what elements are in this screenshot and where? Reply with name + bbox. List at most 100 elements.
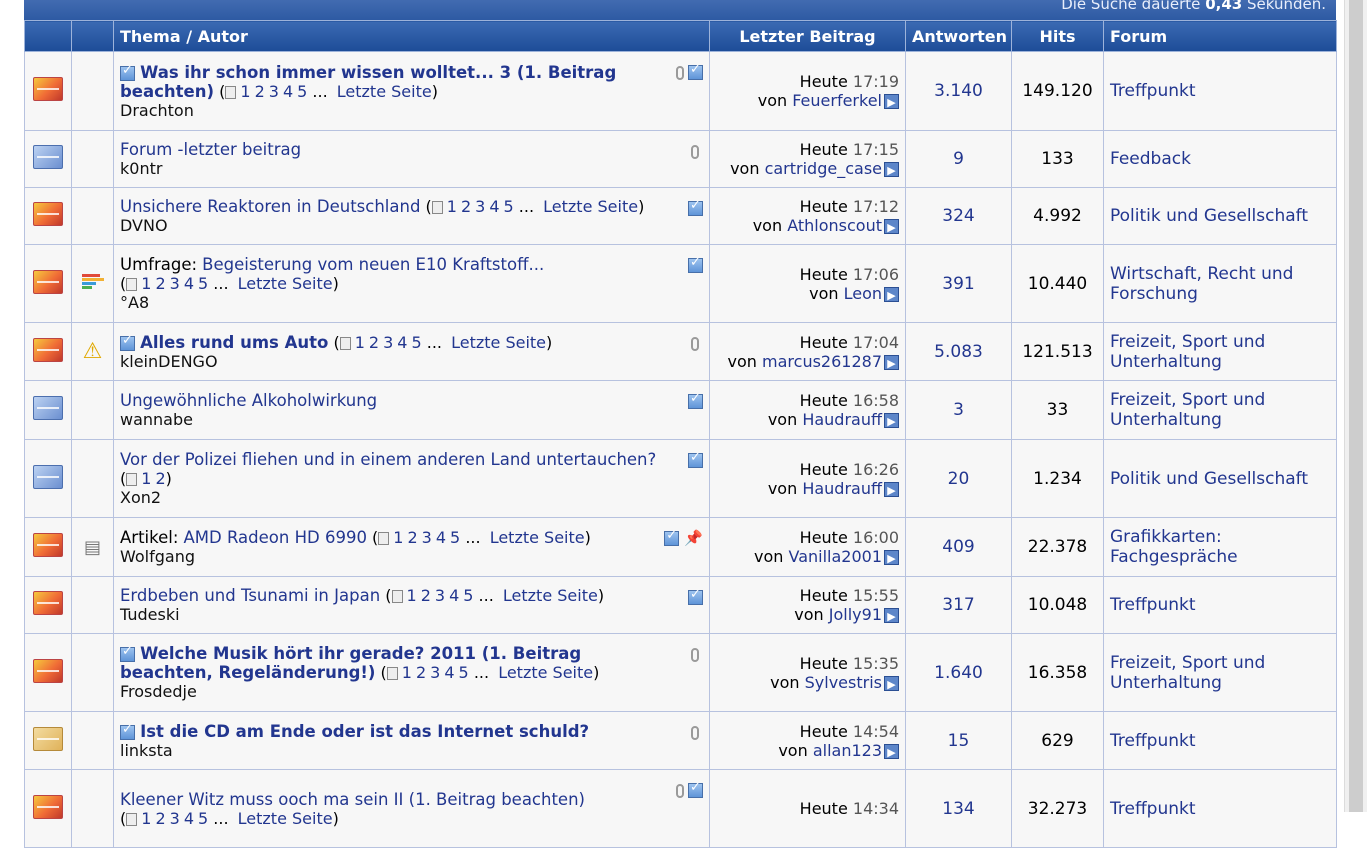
last-post-author[interactable]: Jolly91: [829, 605, 882, 624]
last-post-author[interactable]: Haudrauff: [802, 479, 882, 498]
replies-count[interactable]: 1.640: [934, 663, 983, 683]
topic-author[interactable]: Wolfgang: [120, 547, 703, 566]
header-antworten[interactable]: Antworten: [905, 20, 1012, 52]
last-page-link[interactable]: Letzte Seite: [337, 82, 432, 101]
page-link[interactable]: 5: [450, 528, 460, 547]
goto-last-post-icon[interactable]: ▶: [884, 550, 899, 565]
page-link[interactable]: 4: [184, 274, 194, 293]
last-page-link[interactable]: Letzte Seite: [238, 809, 333, 828]
goto-last-post-icon[interactable]: ▶: [884, 94, 899, 109]
page-link[interactable]: 1: [402, 663, 412, 682]
replies-count[interactable]: 5.083: [934, 342, 983, 362]
topic-title-link[interactable]: Vor der Polizei fliehen und in einem and…: [120, 450, 656, 469]
last-post-author[interactable]: Vanilla2001: [788, 547, 882, 566]
last-page-link[interactable]: Letzte Seite: [238, 274, 333, 293]
replies-count[interactable]: 3: [953, 400, 964, 420]
last-page-link[interactable]: Letzte Seite: [490, 528, 585, 547]
page-link[interactable]: 1: [240, 82, 250, 101]
page-link[interactable]: 2: [369, 333, 379, 352]
replies-count[interactable]: 9: [953, 149, 964, 169]
page-link[interactable]: 5: [198, 809, 208, 828]
page-link[interactable]: 3: [170, 809, 180, 828]
topic-author[interactable]: Drachton: [120, 101, 703, 120]
goto-last-post-icon[interactable]: ▶: [884, 675, 899, 691]
goto-last-post-icon[interactable]: ▶: [884, 219, 899, 234]
topic-title-link[interactable]: Ist die CD am Ende oder ist das Internet…: [140, 722, 589, 741]
forum-link[interactable]: Freizeit, Sport und Unterhaltung: [1110, 653, 1265, 693]
page-link[interactable]: 5: [198, 274, 208, 293]
last-post-author[interactable]: Feuerferkel: [792, 91, 882, 110]
page-link[interactable]: 4: [444, 663, 454, 682]
header-letzter-beitrag[interactable]: Letzter Beitrag: [709, 20, 906, 52]
header-thema[interactable]: Thema / Autor: [113, 20, 710, 52]
topic-author[interactable]: linksta: [120, 741, 703, 760]
last-post-author[interactable]: allan123: [813, 741, 882, 760]
topic-author[interactable]: Xon2: [120, 488, 703, 507]
goto-last-post-icon[interactable]: ▶: [884, 413, 899, 428]
topic-author[interactable]: DVNO: [120, 216, 703, 235]
page-link[interactable]: 5: [411, 333, 421, 352]
forum-link[interactable]: Grafikkarten: Fachgespräche: [1110, 527, 1238, 567]
replies-count[interactable]: 317: [942, 595, 974, 615]
forum-link[interactable]: Treffpunkt: [1110, 595, 1196, 615]
page-link[interactable]: 4: [184, 809, 194, 828]
page-link[interactable]: 5: [459, 663, 469, 682]
page-link[interactable]: 4: [489, 197, 499, 216]
last-post-author[interactable]: Leon: [844, 284, 882, 303]
topic-title-link[interactable]: Alles rund ums Auto: [140, 333, 328, 352]
topic-title-link[interactable]: Ungewöhnliche Alkoholwirkung: [120, 391, 377, 410]
page-link[interactable]: 1: [447, 197, 457, 216]
page-link[interactable]: 1: [355, 333, 365, 352]
page-link[interactable]: 2: [155, 469, 165, 488]
scrollbar-track[interactable]: [1344, 0, 1367, 812]
topic-title-link[interactable]: Unsichere Reaktoren in Deutschland: [120, 197, 420, 216]
page-link[interactable]: 3: [430, 663, 440, 682]
topic-author[interactable]: Frosdedje: [120, 682, 703, 701]
topic-title-link[interactable]: AMD Radeon HD 6990: [183, 528, 366, 547]
forum-link[interactable]: Treffpunkt: [1110, 799, 1196, 819]
topic-author[interactable]: kleinDENGO: [120, 352, 703, 371]
forum-link[interactable]: Treffpunkt: [1110, 731, 1196, 751]
replies-count[interactable]: 20: [948, 469, 970, 489]
header-hits[interactable]: Hits: [1011, 20, 1104, 52]
topic-title-link[interactable]: Kleener Witz muss ooch ma sein II (1. Be…: [120, 790, 585, 809]
page-link[interactable]: 3: [269, 82, 279, 101]
last-page-link[interactable]: Letzte Seite: [503, 586, 598, 605]
last-post-author[interactable]: Athlonscout: [787, 216, 882, 235]
page-link[interactable]: 4: [283, 82, 293, 101]
forum-link[interactable]: Treffpunkt: [1110, 81, 1196, 101]
page-link[interactable]: 4: [449, 586, 459, 605]
page-link[interactable]: 5: [504, 197, 514, 216]
forum-link[interactable]: Feedback: [1110, 149, 1191, 169]
page-link[interactable]: 4: [436, 528, 446, 547]
replies-count[interactable]: 3.140: [934, 81, 983, 101]
page-link[interactable]: 1: [141, 469, 151, 488]
topic-title-link[interactable]: Begeisterung vom neuen E10 Kraftstoff...: [202, 255, 544, 274]
page-link[interactable]: 1: [393, 528, 403, 547]
page-link[interactable]: 2: [421, 586, 431, 605]
header-forum[interactable]: Forum: [1103, 20, 1337, 52]
page-link[interactable]: 1: [141, 274, 151, 293]
forum-link[interactable]: Politik und Gesellschaft: [1110, 206, 1308, 226]
page-link[interactable]: 2: [461, 197, 471, 216]
scrollbar-thumb[interactable]: [1349, 0, 1363, 812]
topic-author[interactable]: °A8: [120, 293, 703, 312]
goto-last-post-icon[interactable]: ▶: [884, 743, 899, 759]
replies-count[interactable]: 324: [942, 206, 974, 226]
last-page-link[interactable]: Letzte Seite: [451, 333, 546, 352]
page-link[interactable]: 2: [155, 274, 165, 293]
page-link[interactable]: 3: [435, 586, 445, 605]
page-link[interactable]: 2: [407, 528, 417, 547]
topic-author[interactable]: Tudeski: [120, 605, 703, 624]
page-link[interactable]: 2: [155, 809, 165, 828]
forum-link[interactable]: Politik und Gesellschaft: [1110, 469, 1308, 489]
replies-count[interactable]: 391: [942, 274, 974, 294]
topic-author[interactable]: wannabe: [120, 410, 703, 429]
forum-link[interactable]: Freizeit, Sport und Unterhaltung: [1110, 332, 1265, 372]
page-link[interactable]: 2: [416, 663, 426, 682]
page-link[interactable]: 2: [255, 82, 265, 101]
page-link[interactable]: 1: [407, 586, 417, 605]
topic-author[interactable]: k0ntr: [120, 159, 703, 178]
page-link[interactable]: 3: [170, 274, 180, 293]
goto-last-post-icon[interactable]: ▶: [884, 481, 899, 497]
